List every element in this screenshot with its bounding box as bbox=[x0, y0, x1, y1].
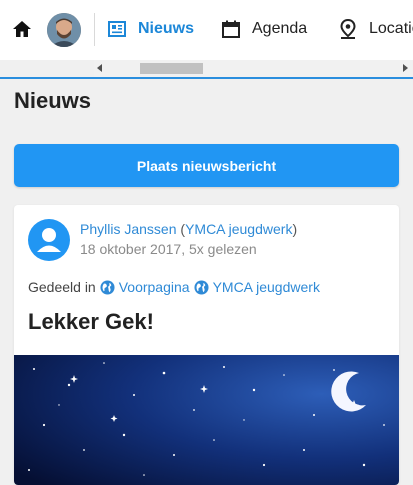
news-post-card: Phyllis Janssen (YMCA jeugdwerk) 18 okto… bbox=[14, 205, 399, 485]
post-date: 18 oktober 2017 bbox=[80, 241, 182, 257]
post-author-line: Phyllis Janssen (YMCA jeugdwerk) bbox=[80, 221, 297, 237]
scroll-right-arrow-icon[interactable] bbox=[403, 64, 408, 72]
nav-divider bbox=[94, 13, 95, 46]
user-avatar[interactable] bbox=[47, 13, 81, 47]
calendar-icon bbox=[222, 20, 240, 38]
nav-item-label: Locaties bbox=[369, 20, 413, 37]
horizontal-scrollbar[interactable] bbox=[94, 60, 413, 77]
shared-link-ymca[interactable]: YMCA jeugdwerk bbox=[213, 279, 320, 295]
post-image-night-sky[interactable] bbox=[14, 355, 399, 485]
post-title: Lekker Gek! bbox=[28, 309, 154, 334]
top-navigation-bar: Nieuws Agenda Locaties bbox=[0, 0, 413, 60]
nav-item-label: Agenda bbox=[252, 20, 308, 37]
nav-item-agenda[interactable]: Agenda bbox=[222, 17, 307, 41]
author-avatar[interactable] bbox=[28, 219, 70, 261]
scrollbar-thumb[interactable] bbox=[140, 63, 203, 74]
post-meta: 18 oktober 2017, 5x gelezen bbox=[80, 241, 257, 257]
nav-item-nieuws[interactable]: Nieuws bbox=[108, 17, 194, 41]
group-link[interactable]: YMCA jeugdwerk bbox=[185, 221, 292, 237]
meta-separator: , bbox=[181, 241, 189, 257]
newspaper-icon bbox=[108, 21, 126, 37]
shared-in-line: Gedeeld in Voorpagina YMCA jeugdwerk bbox=[28, 279, 320, 295]
post-views: 5x gelezen bbox=[188, 241, 257, 257]
author-link[interactable]: Phyllis Janssen bbox=[80, 221, 177, 237]
nav-item-label: Nieuws bbox=[138, 20, 195, 37]
location-pin-icon bbox=[340, 19, 356, 39]
paren-close: ) bbox=[292, 221, 298, 237]
page-title: Nieuws bbox=[14, 88, 92, 113]
nav-item-locaties[interactable]: Locaties bbox=[339, 17, 413, 41]
shared-prefix: Gedeeld in bbox=[28, 279, 96, 295]
nav-underline-divider bbox=[0, 77, 413, 79]
post-news-button[interactable]: Plaats nieuwsbericht bbox=[14, 144, 399, 187]
shared-link-voorpagina[interactable]: Voorpagina bbox=[119, 279, 190, 295]
user-silhouette-icon bbox=[37, 228, 61, 252]
globe-icon bbox=[194, 279, 209, 295]
globe-icon bbox=[100, 279, 115, 295]
home-icon[interactable] bbox=[12, 19, 32, 39]
scroll-left-arrow-icon[interactable] bbox=[97, 64, 102, 72]
